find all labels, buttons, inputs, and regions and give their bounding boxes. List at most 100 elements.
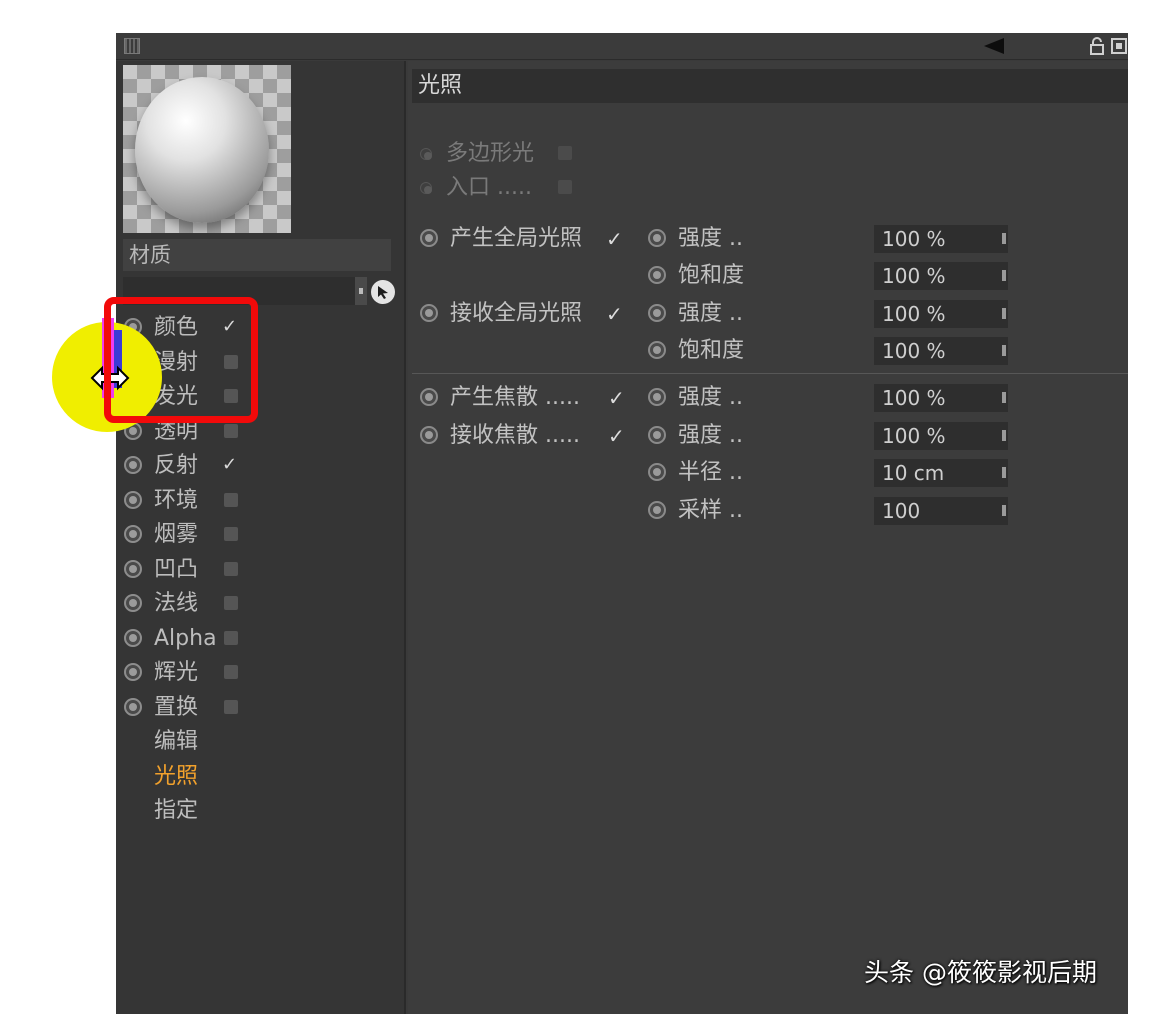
material-left-panel: 材质 颜色 ✓ 漫射 发光 透明 反射 ✓ 环境 烟雾 凹凸 法线 Alpha … [116,61,406,1014]
channel-fog-label: 烟雾 [154,522,199,547]
rec-caustics-strength-spin[interactable] [1002,430,1006,441]
gen-caustics-strength-input[interactable]: 100 % [874,384,1008,412]
channel-row-fog[interactable]: 烟雾 [116,518,406,552]
gen-caustics-strength-value: 100 % [882,386,946,410]
channel-glow-radio[interactable] [124,663,142,681]
rec-caustics-radius-param: 半径 .. [648,456,768,490]
channel-row-displacement[interactable]: 置换 [116,691,406,725]
channel-row-normal[interactable]: 法线 [116,587,406,621]
polygon-light-check[interactable] [558,146,572,160]
nav-assign-label: 指定 [154,798,199,823]
gen-gi-strength-value: 100 % [882,227,946,251]
lock-icon[interactable] [1088,37,1106,55]
rec-gi-saturation-radio[interactable] [648,341,666,359]
channel-normal-radio[interactable] [124,594,142,612]
channel-displacement-label: 置换 [154,695,199,720]
channel-bump-radio[interactable] [124,560,142,578]
gen-caustics-strength-param: 强度 .. [648,381,768,415]
channel-row-glow[interactable]: 辉光 [116,656,406,690]
rec-gi-strength-spin[interactable] [1002,308,1006,319]
channel-reflection-radio[interactable] [124,456,142,474]
rec-gi-saturation-value: 100 % [882,339,946,363]
portal-option[interactable]: 入口 ..... [418,171,618,205]
channel-row-environment[interactable]: 环境 [116,484,406,518]
new-window-icon[interactable] [1110,37,1128,55]
channel-transparency-check[interactable] [224,424,238,438]
gen-gi-strength-radio[interactable] [648,229,666,247]
rec-caustics-samples-spin[interactable] [1002,505,1006,516]
gen-gi-saturation-input[interactable]: 100 % [874,262,1008,290]
rec-caustics-radius-radio[interactable] [648,463,666,481]
receive-gi-radio[interactable] [420,304,438,322]
gen-gi-saturation-value: 100 % [882,264,946,288]
pick-cursor-icon[interactable] [371,280,395,304]
receive-caustics-option[interactable]: 接收焦散 ..... ✓ [420,419,640,453]
portal-label: 入口 ..... [446,175,532,200]
rec-caustics-strength-radio[interactable] [648,426,666,444]
receive-caustics-label: 接收焦散 ..... [450,423,580,448]
gen-caustics-strength-spin[interactable] [1002,392,1006,403]
material-preview[interactable] [123,65,291,233]
portal-radio[interactable] [420,182,432,194]
rec-caustics-samples-label: 采样 .. [678,498,743,523]
channel-fog-check[interactable] [224,527,238,541]
gen-gi-strength-input[interactable]: 100 % [874,225,1008,253]
gen-gi-saturation-radio[interactable] [648,266,666,284]
generate-caustics-option[interactable]: 产生焦散 ..... ✓ [420,381,640,415]
rec-caustics-radius-spin[interactable] [1002,467,1006,478]
polygon-light-radio[interactable] [420,148,432,160]
rec-caustics-samples-radio[interactable] [648,501,666,519]
channel-fog-radio[interactable] [124,525,142,543]
rec-gi-saturation-spin[interactable] [1002,345,1006,356]
channel-alpha-check[interactable] [224,631,238,645]
channel-displacement-check[interactable] [224,700,238,714]
portal-check[interactable] [558,180,572,194]
channel-environment-radio[interactable] [124,491,142,509]
channel-row-alpha[interactable]: Alpha [116,622,406,656]
gen-gi-strength-spin[interactable] [1002,233,1006,244]
channel-glow-label: 辉光 [154,660,199,685]
rec-caustics-radius-input[interactable]: 10 cm [874,459,1008,487]
rec-gi-strength-input[interactable]: 100 % [874,300,1008,328]
generate-caustics-check[interactable]: ✓ [608,381,625,415]
rec-gi-strength-label: 强度 .. [678,301,743,326]
back-arrow-icon[interactable] [984,38,1004,54]
channel-glow-check[interactable] [224,665,238,679]
window-grip-icon[interactable] [124,38,140,54]
nav-assign[interactable]: 指定 [116,794,406,828]
gen-gi-saturation-spin[interactable] [1002,270,1006,281]
receive-gi-check[interactable]: ✓ [606,297,623,331]
channel-alpha-radio[interactable] [124,629,142,647]
rec-caustics-strength-param: 强度 .. [648,419,768,453]
generate-gi-label: 产生全局光照 [450,226,583,251]
nav-illumination[interactable]: 光照 [116,760,406,794]
receive-caustics-radio[interactable] [420,426,438,444]
gen-caustics-strength-radio[interactable] [648,388,666,406]
rec-caustics-strength-input[interactable]: 100 % [874,422,1008,450]
generate-gi-check[interactable]: ✓ [606,222,623,256]
receive-gi-label: 接收全局光照 [450,301,583,326]
channel-row-bump[interactable]: 凹凸 [116,553,406,587]
rec-gi-saturation-input[interactable]: 100 % [874,337,1008,365]
rec-caustics-samples-input[interactable]: 100 [874,497,1008,525]
rec-caustics-radius-label: 半径 .. [678,460,743,485]
preview-sphere [135,77,269,223]
channel-normal-check[interactable] [224,596,238,610]
rec-caustics-strength-value: 100 % [882,424,946,448]
channel-displacement-radio[interactable] [124,698,142,716]
generate-gi-option[interactable]: 产生全局光照 ✓ [420,222,640,256]
receive-caustics-check[interactable]: ✓ [608,419,625,453]
receive-gi-option[interactable]: 接收全局光照 ✓ [420,297,640,331]
generate-caustics-radio[interactable] [420,388,438,406]
generate-gi-radio[interactable] [420,229,438,247]
channel-bump-check[interactable] [224,562,238,576]
polygon-light-option[interactable]: 多边形光 [418,137,618,171]
channel-row-reflection[interactable]: 反射 ✓ [116,449,406,483]
nav-edit[interactable]: 编辑 [116,725,406,759]
search-spin-button[interactable] [355,277,367,305]
channel-reflection-check[interactable]: ✓ [222,456,240,474]
channel-alpha-label: Alpha [154,626,217,651]
material-name-field[interactable]: 材质 [123,239,391,271]
rec-gi-strength-radio[interactable] [648,304,666,322]
channel-environment-check[interactable] [224,493,238,507]
